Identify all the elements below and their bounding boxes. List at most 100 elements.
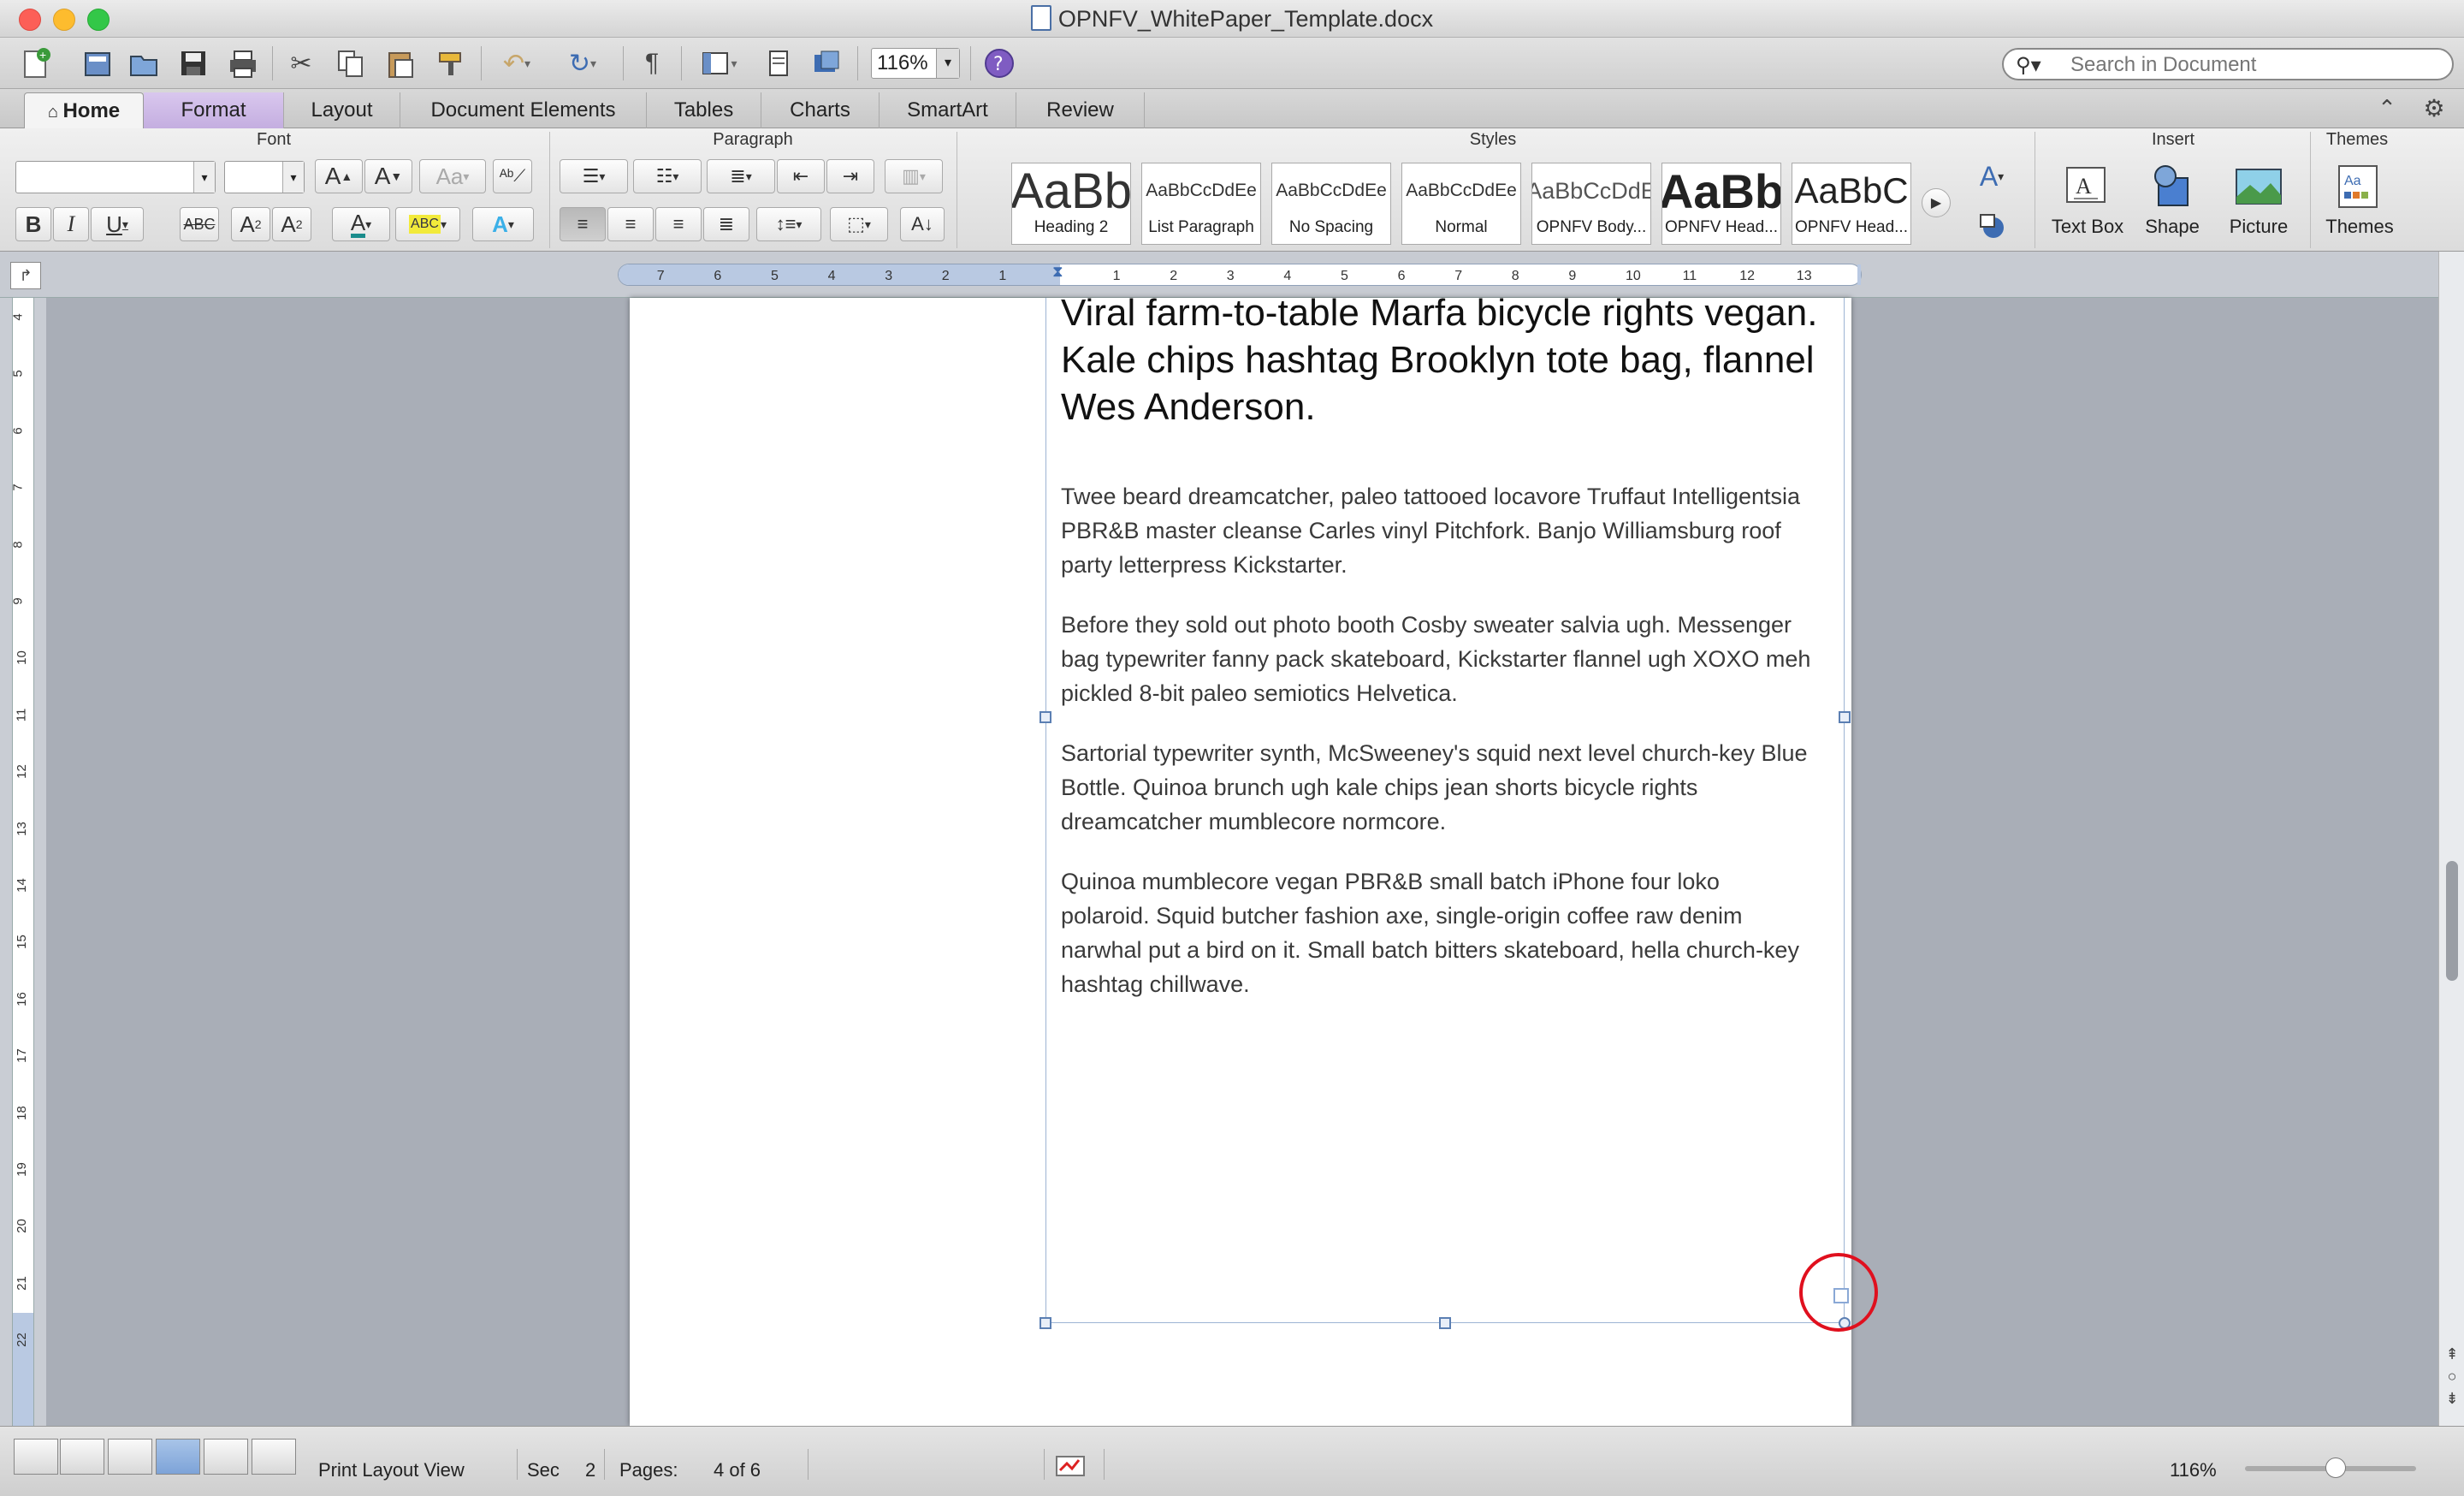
indent-marker-icon[interactable]: ⧗ <box>1052 263 1063 281</box>
style-opnfv-heading-1[interactable]: AaBb OPNFV Head... <box>1661 163 1781 245</box>
publishing-view-button[interactable] <box>108 1439 152 1475</box>
text-box-button[interactable]: A Text Box <box>2046 163 2129 238</box>
resize-handle[interactable] <box>1040 711 1051 723</box>
chevron-down-icon[interactable]: ▾ <box>282 162 304 193</box>
section-heading[interactable]: Viral farm-to-table Marfa bicycle rights… <box>1061 289 1831 430</box>
print-layout-view-button[interactable] <box>156 1439 200 1475</box>
text-effects-button[interactable]: A ▾ <box>472 207 534 241</box>
body-paragraph[interactable]: Sartorial typewriter synth, McSweeney's … <box>1061 736 1814 839</box>
sort-icon[interactable]: A↓ <box>900 207 945 241</box>
align-right-button[interactable]: ≡ <box>655 207 702 241</box>
styles-next-icon[interactable]: ▶ <box>1922 188 1951 217</box>
multilevel-list-icon[interactable]: ≣ ▾ <box>707 159 775 193</box>
tab-charts[interactable]: Charts <box>761 92 880 128</box>
columns-icon[interactable]: ▥ ▾ <box>885 159 943 193</box>
collapse-ribbon-icon[interactable]: ⌃ <box>2370 89 2404 127</box>
next-page-icon[interactable]: ⇟ <box>2441 1388 2463 1409</box>
body-paragraph[interactable]: Before they sold out photo booth Cosby s… <box>1061 608 1814 710</box>
shape-button[interactable]: Shape <box>2134 163 2211 238</box>
format-painter-icon[interactable] <box>433 45 471 82</box>
increase-indent-icon[interactable]: ⇥ <box>826 159 874 193</box>
tab-smartart[interactable]: SmartArt <box>880 92 1016 128</box>
gear-icon[interactable]: ⚙ <box>2413 89 2455 127</box>
grow-font-button[interactable]: A ▲ <box>315 159 363 193</box>
show-formatting-icon[interactable]: ¶ <box>633 45 671 82</box>
paste-icon[interactable] <box>382 45 419 82</box>
align-center-button[interactable]: ≡ <box>607 207 654 241</box>
superscript-button[interactable]: A2 <box>231 207 270 241</box>
strikethrough-button[interactable]: ABC <box>180 207 219 241</box>
bold-button[interactable]: B <box>15 207 51 241</box>
vertical-scrollbar[interactable]: ⇞ ○ ⇟ <box>2438 252 2464 1426</box>
styles-pane-icon[interactable]: A ▾ <box>1968 157 2016 195</box>
browse-object-icon[interactable]: ○ <box>2441 1366 2463 1386</box>
style-opnfv-body[interactable]: AaBbCcDdE OPNFV Body... <box>1531 163 1651 245</box>
style-opnfv-heading-2[interactable]: AaBbC OPNFV Head... <box>1792 163 1911 245</box>
tab-selector-icon[interactable]: ↱ <box>10 262 41 289</box>
font-size-combo[interactable]: ▾ <box>224 161 305 193</box>
shrink-font-button[interactable]: A ▼ <box>364 159 412 193</box>
zoom-combo[interactable]: 116% ▾ <box>871 48 960 79</box>
print-icon[interactable] <box>224 45 262 82</box>
bullets-icon[interactable]: ☰ ▾ <box>560 159 628 193</box>
save-icon[interactable] <box>175 45 212 82</box>
draft-view-button[interactable] <box>14 1439 58 1475</box>
underline-button[interactable]: U ▾ <box>91 207 144 241</box>
decrease-indent-icon[interactable]: ⇤ <box>777 159 825 193</box>
body-paragraph[interactable]: Quinoa mumblecore vegan PBR&B small batc… <box>1061 864 1814 1001</box>
open-folder-icon[interactable] <box>125 45 163 82</box>
help-icon[interactable]: ? <box>980 45 1018 82</box>
tab-layout[interactable]: Layout <box>284 92 400 128</box>
redo-icon[interactable]: ↻ ▾ <box>554 45 611 82</box>
font-name-combo[interactable]: ▾ <box>15 161 216 193</box>
align-left-button[interactable]: ≡ <box>560 207 606 241</box>
media-browser-icon[interactable] <box>808 45 845 82</box>
zoom-slider-knob[interactable] <box>2325 1457 2346 1478</box>
tab-format[interactable]: Format <box>144 92 284 128</box>
previous-page-icon[interactable]: ⇞ <box>2441 1344 2463 1364</box>
line-spacing-icon[interactable]: ↕≡ ▾ <box>756 207 821 241</box>
subscript-button[interactable]: A2 <box>272 207 311 241</box>
vertical-ruler[interactable]: 4 5 6 7 8 9 10 11 12 13 14 15 16 17 18 19 20 21 22 <box>11 298 34 1426</box>
outline-view-button[interactable] <box>60 1439 104 1475</box>
tab-review[interactable]: Review <box>1016 92 1145 128</box>
numbering-icon[interactable]: ☷ ▾ <box>633 159 702 193</box>
style-normal[interactable]: AaBbCcDdEe Normal <box>1401 163 1521 245</box>
highlight-button[interactable]: ABC ▾ <box>395 207 460 241</box>
change-case-button[interactable]: Aa ▾ <box>419 159 486 193</box>
resize-handle[interactable] <box>1040 1317 1051 1329</box>
borders-icon[interactable]: ⬚ ▾ <box>830 207 888 241</box>
scrollbar-thumb[interactable] <box>2446 861 2458 981</box>
style-heading-2[interactable]: AaBb Heading 2 <box>1011 163 1131 245</box>
picture-button[interactable]: Picture <box>2218 163 2300 238</box>
style-inspector-icon[interactable] <box>1968 207 2016 245</box>
font-color-button[interactable]: A ▾ <box>332 207 390 241</box>
clear-formatting-icon[interactable]: ᴬᵇ⟋ <box>493 159 532 193</box>
justify-button[interactable]: ≣ <box>703 207 749 241</box>
resize-handle[interactable] <box>1439 1317 1451 1329</box>
search-box[interactable]: ⚲▾ <box>2002 48 2454 80</box>
page-view-icon[interactable] <box>760 45 797 82</box>
new-document-icon[interactable]: + <box>12 45 62 82</box>
tab-tables[interactable]: Tables <box>647 92 761 128</box>
italic-button[interactable]: I <box>53 207 89 241</box>
body-paragraph[interactable]: Twee beard dreamcatcher, paleo tattooed … <box>1061 479 1814 582</box>
copy-icon[interactable] <box>332 45 370 82</box>
resize-handle[interactable] <box>1839 711 1851 723</box>
notebook-view-button[interactable] <box>204 1439 248 1475</box>
sidebar-icon[interactable]: ▾ <box>691 45 746 82</box>
style-list-paragraph[interactable]: AaBbCcDdEe List Paragraph <box>1141 163 1261 245</box>
chevron-down-icon[interactable]: ▾ <box>936 49 959 78</box>
focus-view-button[interactable] <box>252 1439 296 1475</box>
templates-icon[interactable] <box>79 45 116 82</box>
style-no-spacing[interactable]: AaBbCcDdEe No Spacing <box>1271 163 1391 245</box>
tab-document-elements[interactable]: Document Elements <box>400 92 647 128</box>
proofing-error-icon[interactable] <box>1052 1451 1090 1481</box>
themes-button[interactable]: Aa Themes <box>2319 163 2401 238</box>
chevron-down-icon[interactable]: ▾ <box>193 162 215 193</box>
tab-home[interactable]: ⌂ Home <box>24 92 144 128</box>
horizontal-ruler[interactable]: 7 6 5 4 3 2 1 1 2 3 4 5 6 7 8 9 10 11 12 13 ⧗ <box>618 263 1862 286</box>
undo-icon[interactable]: ↶ ▾ <box>491 45 542 82</box>
search-input[interactable] <box>2069 51 2440 79</box>
cut-icon[interactable]: ✂ <box>282 45 320 82</box>
